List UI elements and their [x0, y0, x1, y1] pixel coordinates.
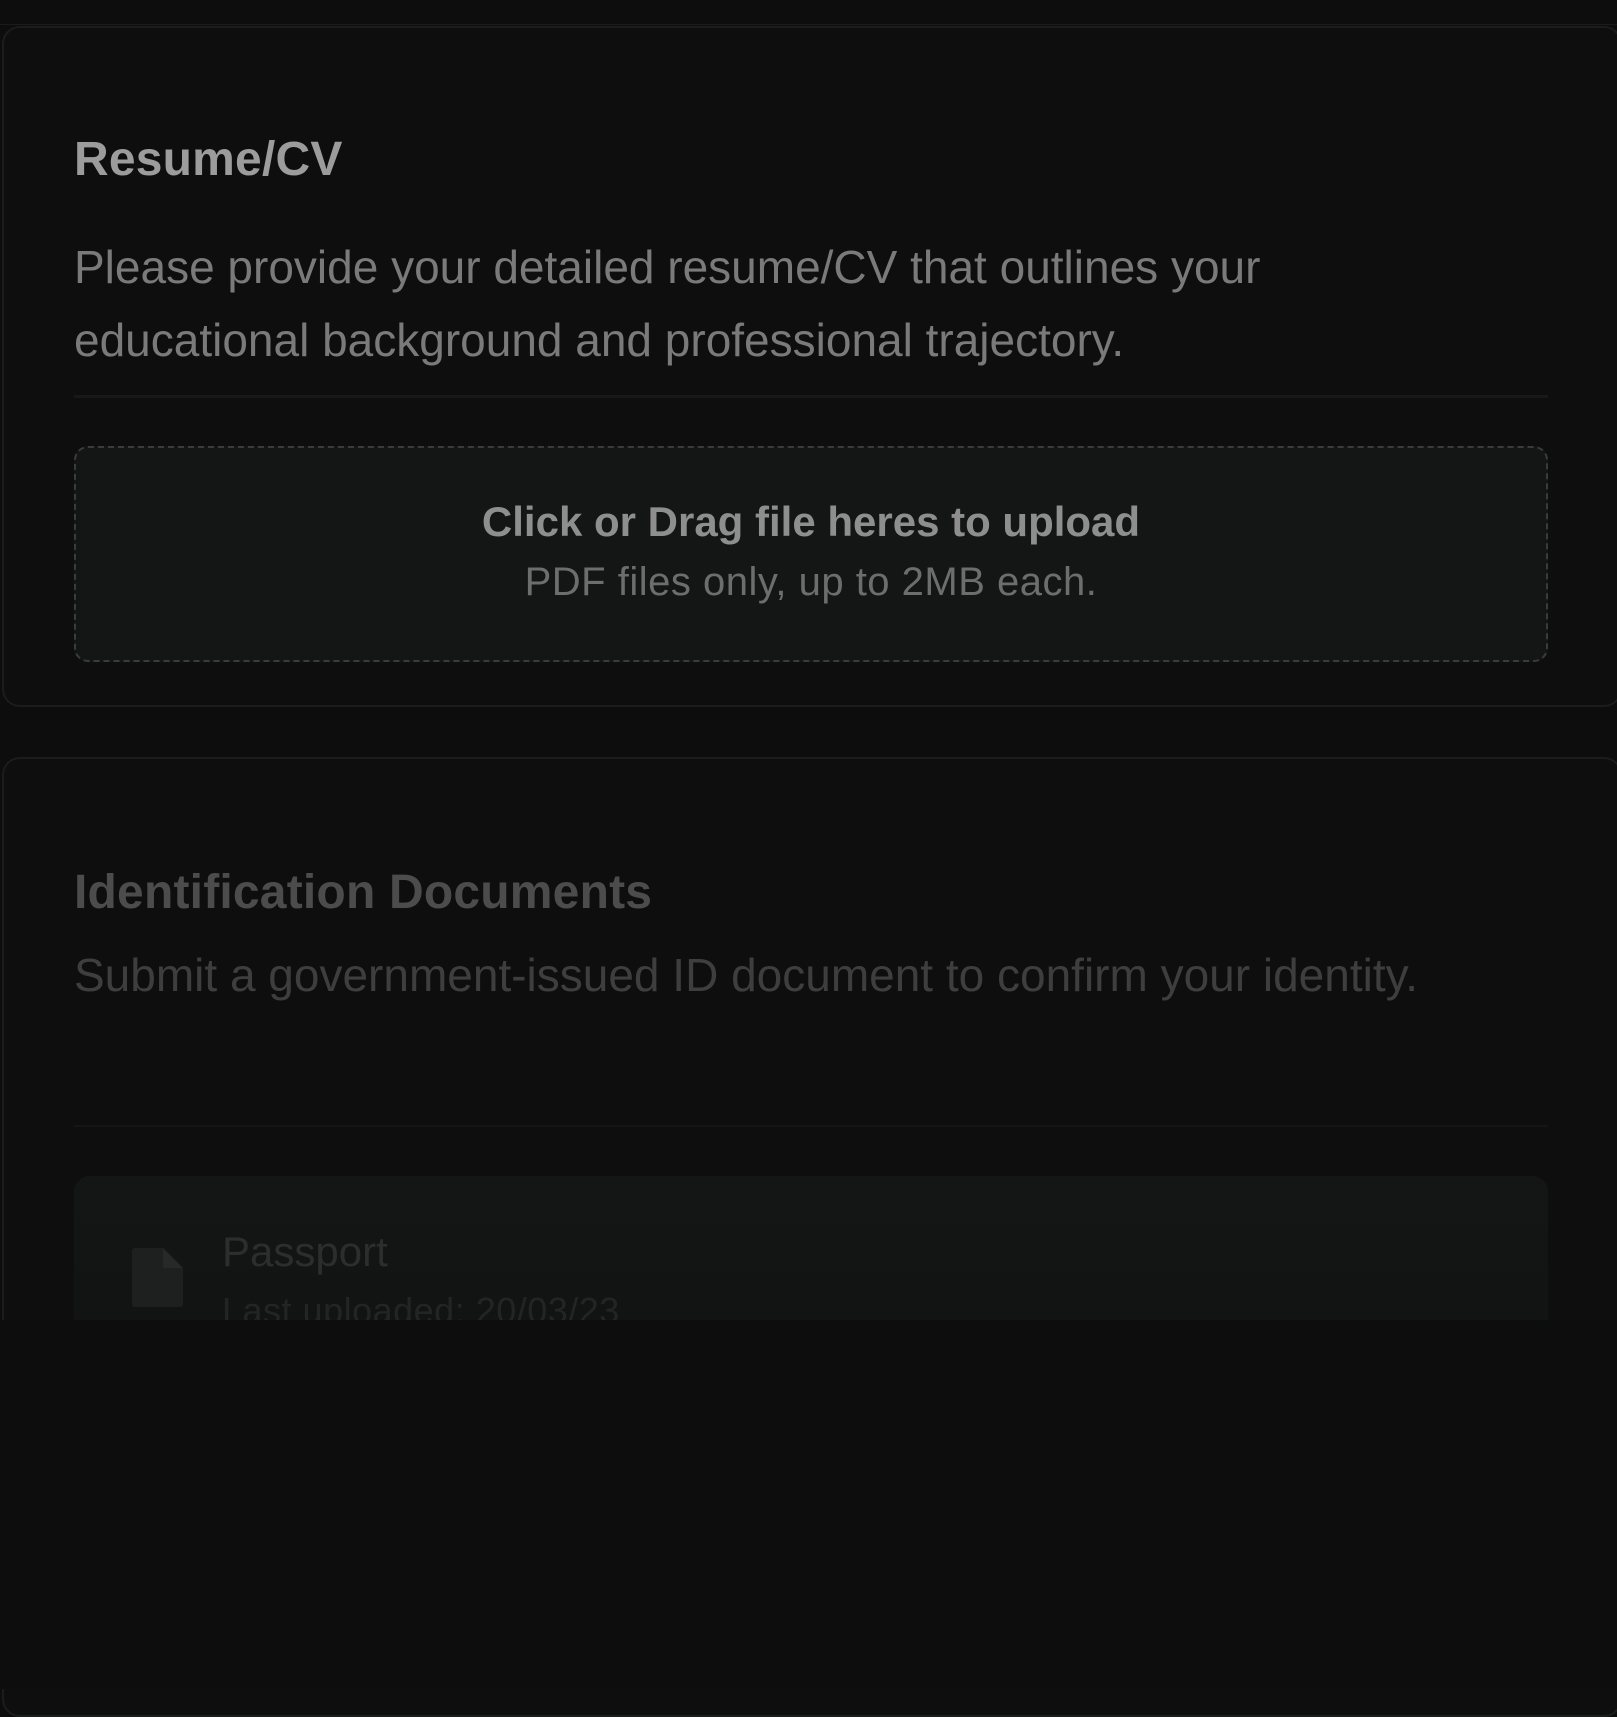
document-icon — [132, 1248, 183, 1307]
identification-description: Submit a government-issued ID document t… — [74, 949, 1418, 1001]
upload-title: Click or Drag file heres to upload — [481, 498, 1141, 545]
resume-title: Resume/CV — [74, 133, 343, 186]
resume-upload-dropzone[interactable]: Click or Drag file heres to upload PDF f… — [74, 446, 1548, 662]
resume-divider — [74, 395, 1548, 398]
document-name: Passport — [222, 1228, 388, 1275]
identification-divider — [74, 1125, 1548, 1127]
bottom-fade-overlay — [0, 1320, 1617, 1689]
upload-hint: PDF files only, up to 2MB each. — [524, 560, 1098, 604]
resume-description: Please provide your detailed resume/CV t… — [74, 241, 1261, 366]
resume-card: Resume/CV Please provide your detailed r… — [2, 26, 1617, 707]
top-separator — [0, 24, 1617, 25]
identification-title: Identification Documents — [74, 866, 653, 919]
